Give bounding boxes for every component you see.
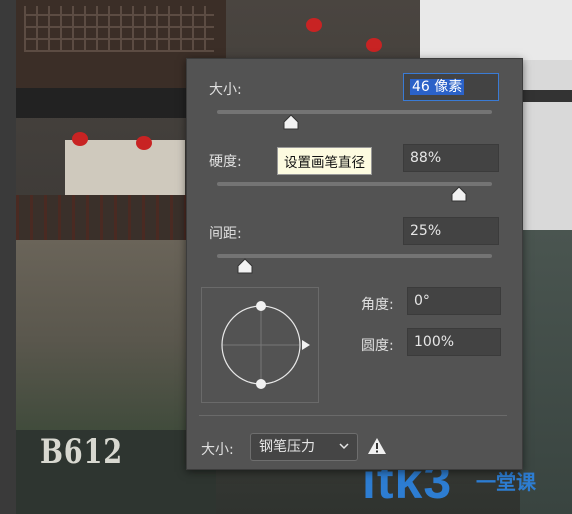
building-right [520,60,572,230]
watermark-b612: B612 [40,432,123,472]
size-control-select[interactable]: 钢笔压力 [250,433,358,461]
size-label: 大小: [209,82,242,98]
size-slider-track[interactable] [217,110,492,114]
size-slider-thumb[interactable] [282,114,300,130]
warning-icon[interactable] [367,437,387,455]
spacing-label: 间距: [209,226,242,242]
window-lattice [24,6,214,52]
hardness-slider-thumb[interactable] [450,186,468,202]
divider [199,415,507,416]
size-input[interactable]: 46 像素 [403,73,499,101]
angle-label: 角度: [361,297,394,313]
hardness-label: 硬度: [209,154,242,170]
watermark-subtitle: 一堂课 [476,470,536,494]
size-value: 46 像素 [410,79,465,95]
roundness-input[interactable]: 100% [407,328,501,356]
chevron-down-icon [339,443,349,450]
brush-tip-preview[interactable] [201,287,319,403]
lantern-icon [306,18,322,32]
lantern-icon [136,136,152,150]
brush-tip-circle-icon[interactable] [202,288,318,402]
spacing-slider-thumb[interactable] [236,258,254,274]
hardness-input[interactable]: 88% [403,144,499,172]
roundness-label: 圆度: [361,338,394,354]
angle-input[interactable]: 0° [407,287,501,315]
control-label: 大小: [201,442,234,458]
canvas-edge [0,0,16,514]
lantern-icon [366,38,382,52]
building-right-roof [520,90,572,102]
white-wall [65,140,185,195]
spacing-slider-track[interactable] [217,254,492,258]
spacing-input[interactable]: 25% [403,217,499,245]
sky [420,0,572,60]
tooltip: 设置画笔直径 [277,147,372,175]
brush-preset-panel: 大小: 46 像素 硬度: 88% 设置画笔直径 间距: 25% 角度: 0° … [186,58,523,470]
lantern-icon [72,132,88,146]
size-control-value: 钢笔压力 [259,439,315,455]
